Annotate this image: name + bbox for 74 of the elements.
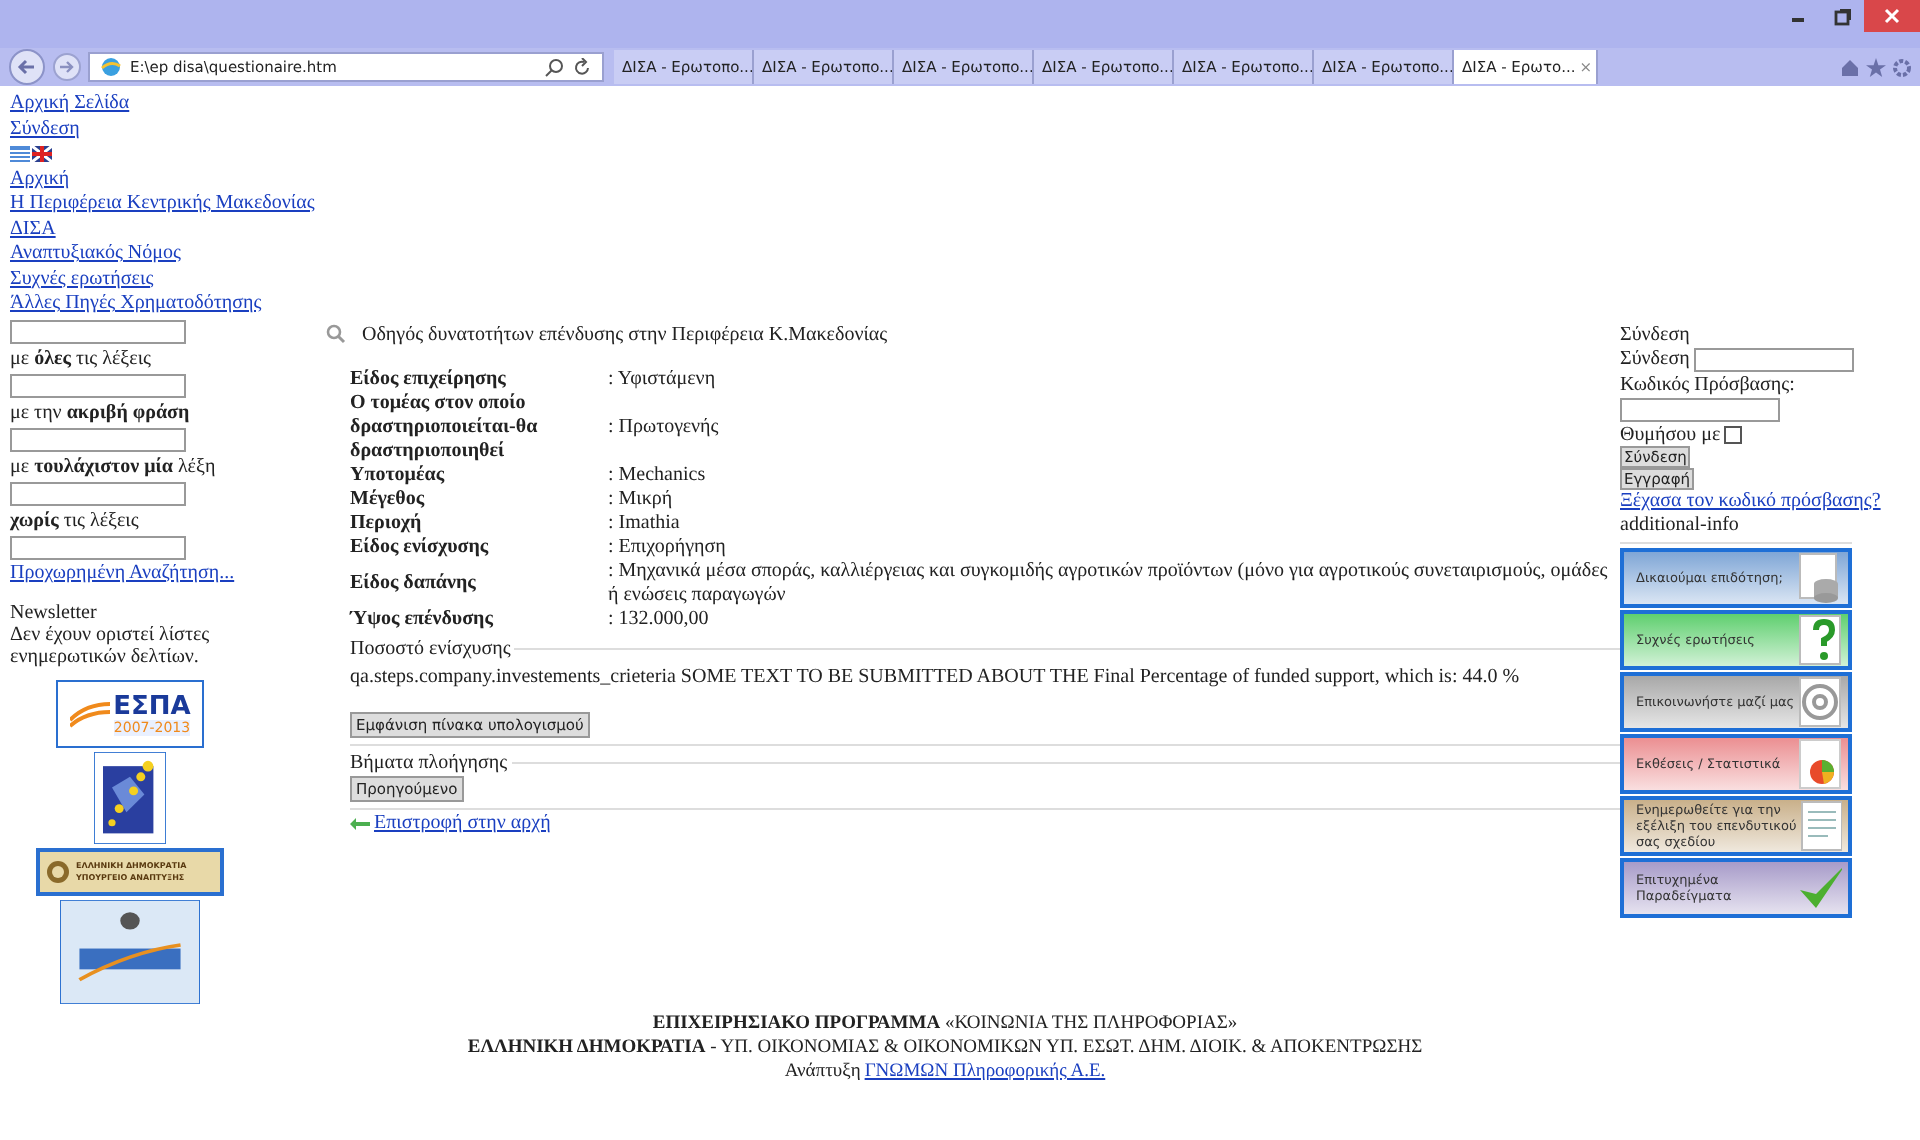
field-label: με τουλάχιστον μία λέξη: [10, 453, 216, 479]
detail-value: : Μηχανικά μέσα σποράς, καλλιέργειας και συγκομιδής αγροτικών προϊόντων (μόνο για αγροτικούς συνεταιρισμούς, ομάδες ή ενώσεις παραγωγών: [608, 559, 1610, 607]
detail-label: Είδος δαπάνης: [350, 569, 478, 597]
username-field[interactable]: [1693, 347, 1854, 371]
field-label: με την ακριβή φράση: [10, 399, 190, 425]
newsletter-title: Newsletter: [10, 602, 97, 624]
additional-info-text: additional-info: [1620, 514, 1739, 536]
detail-label: Υποτομέας: [350, 463, 447, 487]
detail-label: Περιοχή: [350, 511, 424, 535]
advanced-search-link[interactable]: Προχωρημένη Αναζήτηση...: [10, 561, 235, 586]
detail-label: Ύψος επένδυσης: [350, 607, 495, 631]
search-icon[interactable]: [544, 57, 564, 77]
detail-value: : Πρωτογενής: [608, 413, 721, 441]
field-label: Σύνδεση: [1620, 348, 1690, 370]
search-field[interactable]: [10, 535, 186, 559]
back-link[interactable]: Επιστροφή στην αρχή: [374, 811, 551, 836]
detail-value: : Υφιστάμενη: [608, 367, 718, 391]
detail-label: Μέγεθος: [350, 487, 427, 511]
nav-link[interactable]: Αρχική: [10, 167, 70, 192]
globe-icon: [100, 56, 122, 78]
footer-text: ΕΠΙΧΕΙΡΗΣΙΑΚΟ ΠΡΟΓΡΑΜΜΑ «ΚΟΙΝΩΝΙΑ ΤΗΣ ΠΛΗΡΟΦΟΡΙΑΣ»: [652, 1012, 1238, 1036]
database-icon: [1798, 552, 1842, 604]
nav-link[interactable]: Συχνές ερωτήσεις: [10, 267, 154, 292]
document-icon: [1800, 800, 1842, 852]
nav-link[interactable]: Η Περιφέρεια Κεντρικής Μακεδονίας: [10, 192, 315, 217]
field-label: χωρίς τις λέξεις: [10, 507, 139, 533]
nav-link[interactable]: Αναπτυξιακός Νόμος: [10, 242, 181, 267]
forgot-password-link[interactable]: Ξέχασα τον κωδικό πρόσβασης?: [1620, 489, 1881, 514]
ministry-banner-logo[interactable]: [60, 900, 200, 1004]
flag-icon[interactable]: [32, 146, 52, 163]
field-label: Θυμήσου με: [1620, 423, 1721, 445]
back-button[interactable]: [8, 48, 46, 86]
remember-checkbox[interactable]: [1724, 425, 1743, 443]
star-icon[interactable]: [1866, 57, 1886, 77]
pie-chart-icon: [1798, 738, 1842, 790]
gear-icon[interactable]: [1892, 57, 1912, 77]
eu-stars-logo[interactable]: [94, 752, 166, 844]
detail-label: Ο τομέας στον οποίο δραστηριοποιείται-θα δραστηριοποιηθεί: [350, 391, 540, 463]
detail-label: Είδος επιχείρησης: [350, 367, 508, 391]
detail-value: : Imathia: [608, 511, 682, 535]
password-field[interactable]: [1620, 397, 1780, 421]
nav-link[interactable]: Άλλες Πηγές Χρηματοδότησης: [10, 292, 262, 317]
field-label: Κωδικός Πρόσβασης:: [1620, 373, 1795, 395]
nav-link[interactable]: Σύνδεση: [10, 117, 80, 142]
search-field[interactable]: [10, 481, 186, 505]
detail-value: : Μικρή: [608, 487, 675, 511]
close-button[interactable]: [1864, 0, 1920, 32]
developer-link[interactable]: ΓΝΩΜΩΝ Πληροφορικής Α.Ε.: [864, 1060, 1106, 1085]
nav-link[interactable]: Αρχική Σελίδα: [10, 92, 130, 117]
detail-label: Είδος ενίσχυσης: [350, 535, 491, 559]
search-icon: [326, 324, 346, 344]
page-title: Οδηγός δυνατοτήτων επένδυσης στην Περιφέρεια Κ.Μακεδονίας: [362, 323, 888, 345]
refresh-icon[interactable]: [572, 57, 592, 77]
restore-icon: [1833, 7, 1851, 25]
arrow-icon: [350, 817, 370, 830]
search-field[interactable]: [10, 373, 186, 397]
forward-button[interactable]: [52, 52, 82, 82]
footer-text: Ανάπτυξη: [784, 1060, 861, 1085]
search-field[interactable]: [10, 319, 186, 343]
section-legend: Βήματα πλοήγησης: [350, 751, 512, 775]
footer-text: ΕΛΛΗΝΙΚΗ ΔΗΜΟΚΡΑΤΙΑ - ΥΠ. ΟΙΚΟΝΟΜΙΑΣ & ΟΙΚΟΝΟΜΙΚΩΝ ΥΠ. ΕΣΩΤ. ΔΗΜ. ΔΙΟΙΚ. & ΑΠΟΚΕΝΤΡΩΣΗΣ: [467, 1036, 1423, 1060]
search-field[interactable]: [10, 427, 186, 451]
section-legend: Ποσοστό ενίσχυσης: [350, 637, 515, 661]
detail-value: : Mechanics: [608, 463, 708, 487]
detail-value: : Επιχορήγηση: [608, 535, 728, 559]
field-label: με όλες τις λέξεις: [10, 345, 151, 371]
detail-value: : 132.000,00: [608, 607, 711, 631]
newsletter-text: Δεν έχουν οριστεί λίστες ενημερωτικών δελτίων.: [10, 624, 212, 668]
login-title: Σύνδεση: [1620, 323, 1690, 345]
close-icon: [1884, 8, 1900, 24]
question-icon: [1798, 614, 1842, 666]
home-icon[interactable]: [1840, 57, 1860, 77]
nav-link[interactable]: ΔΙΣΑ: [10, 217, 56, 242]
percentage-text: qa.steps.company.investements_crieteria SOME TEXT TO BE SUBMITTED ABOUT THE Final Percentage of funded support, which is: 44.0 %: [350, 665, 1520, 687]
